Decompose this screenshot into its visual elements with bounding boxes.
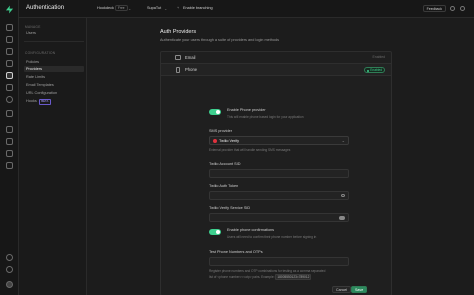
realtime-icon[interactable] <box>6 96 13 103</box>
help-icon[interactable] <box>6 266 13 273</box>
mail-icon <box>175 55 181 60</box>
help-icon[interactable] <box>450 6 455 11</box>
enable-branching-button[interactable]: Enable branching <box>183 6 213 10</box>
account-sid-input[interactable] <box>209 169 349 178</box>
copy-icon[interactable] <box>339 216 345 220</box>
api-docs-icon[interactable] <box>6 150 13 157</box>
auth-icon[interactable] <box>6 72 13 79</box>
phone-icon <box>176 67 180 73</box>
test-numbers-help-2: list of <phone number>=<otp> pairs. Exam… <box>209 274 312 280</box>
supabase-logo-icon[interactable] <box>5 5 14 14</box>
sms-provider-select[interactable]: Twilio Verify ⌄ <box>209 136 349 145</box>
feedback-button[interactable]: Feedback <box>422 5 446 12</box>
logs-icon[interactable] <box>6 138 13 145</box>
database-icon[interactable] <box>6 60 13 67</box>
provider-row-phone[interactable]: Phone Enabled <box>161 64 391 76</box>
account-sid-label: Twilio Account SID <box>209 162 241 166</box>
provider-row-email[interactable]: Email Enabled <box>161 52 391 64</box>
enable-phone-label: Enable Phone provider <box>227 108 266 112</box>
table-editor-icon[interactable] <box>6 36 13 43</box>
test-numbers-help: Register phone numbers and OTP combinati… <box>209 269 326 273</box>
sidebar-item-email-templates[interactable]: Email Templates <box>24 82 84 88</box>
edge-functions-icon[interactable] <box>6 110 13 117</box>
save-button[interactable]: Save <box>351 286 368 293</box>
twilio-icon <box>213 139 217 143</box>
notifications-icon[interactable] <box>460 6 465 11</box>
beta-badge: BETA <box>38 99 51 105</box>
cancel-button[interactable]: Cancel <box>332 286 352 293</box>
enable-phone-toggle[interactable] <box>209 109 221 115</box>
status-badge: Enabled <box>364 67 385 73</box>
sidebar-item-users[interactable]: Users <box>24 30 84 36</box>
verify-sid-label: Twilio Verify Service SID <box>209 206 251 210</box>
sidebar-divider <box>24 41 84 42</box>
main-content: Auth Providers Authenticate your users t… <box>88 18 474 295</box>
home-icon[interactable] <box>6 24 13 31</box>
sidebar-item-hooks[interactable]: Hooks BETA <box>24 98 84 105</box>
provider-name: Phone <box>185 67 198 72</box>
show-password-icon[interactable] <box>341 194 345 197</box>
sms-provider-value: Twilio Verify <box>219 139 240 143</box>
example-code: 18005550123=789012 <box>275 274 312 280</box>
integrations-icon[interactable] <box>6 162 13 169</box>
sidebar-item-rate-limits[interactable]: Rate Limits <box>24 74 84 80</box>
configuration-section-header: CONFIGURATION <box>25 51 56 55</box>
page-heading: Authentication <box>26 5 65 11</box>
storage-icon[interactable] <box>6 84 13 91</box>
org-breadcrumb[interactable]: Hookdeck <box>97 6 114 10</box>
provider-name: Email <box>185 55 196 60</box>
confirm-label: Enable phone confirmations <box>227 228 275 232</box>
top-bar: Authentication Hookdeck Free ⌄ SupaTut ⌄… <box>19 0 474 18</box>
icon-rail <box>0 0 19 295</box>
auth-token-input[interactable] <box>209 191 349 200</box>
enable-confirmations-toggle[interactable] <box>209 229 221 235</box>
test-numbers-label: Test Phone Numbers and OTPs <box>209 250 263 254</box>
chevron-down-icon[interactable]: ⌄ <box>128 6 131 11</box>
sidebar-item-policies[interactable]: Policies <box>24 59 84 65</box>
plan-badge: Free <box>115 5 128 11</box>
reports-icon[interactable] <box>6 126 13 133</box>
branch-icon: ⑂ <box>177 6 180 10</box>
avatar[interactable] <box>6 281 13 288</box>
test-numbers-input[interactable] <box>209 257 349 266</box>
test-help-text: list of <phone number>=<otp> pairs. Exam… <box>209 275 275 279</box>
sidebar-item-url-configuration[interactable]: URL Configuration <box>24 90 84 96</box>
enable-phone-help: This will enable phone based login for y… <box>227 115 304 119</box>
confirm-help: Users will need to confirm their phone n… <box>227 235 317 239</box>
chevron-down-icon: ⌄ <box>341 138 345 143</box>
sidebar-item-providers[interactable]: Providers <box>24 66 84 72</box>
sms-provider-help: External provider that will handle sendi… <box>209 148 291 152</box>
manage-section-header: MANAGE <box>25 25 41 29</box>
sidebar-item-label: Hooks <box>26 99 37 103</box>
sms-provider-label: SMS provider <box>209 129 233 133</box>
chevron-down-icon[interactable]: ⌄ <box>164 6 167 11</box>
settings-icon[interactable] <box>6 254 13 261</box>
auth-sidebar: MANAGE Users CONFIGURATION Policies Prov… <box>19 18 87 295</box>
page-subtitle: Authenticate your users through a suite … <box>160 38 280 42</box>
providers-panel: Email Enabled Phone Enabled Enable Phone… <box>160 51 392 295</box>
auth-token-label: Twilio Auth Token <box>209 184 239 188</box>
project-breadcrumb[interactable]: SupaTut <box>147 6 161 10</box>
page-title: Auth Providers <box>160 29 197 35</box>
provider-status: Enabled <box>372 55 385 59</box>
verify-sid-input[interactable] <box>209 213 349 222</box>
sql-editor-icon[interactable] <box>6 48 13 55</box>
